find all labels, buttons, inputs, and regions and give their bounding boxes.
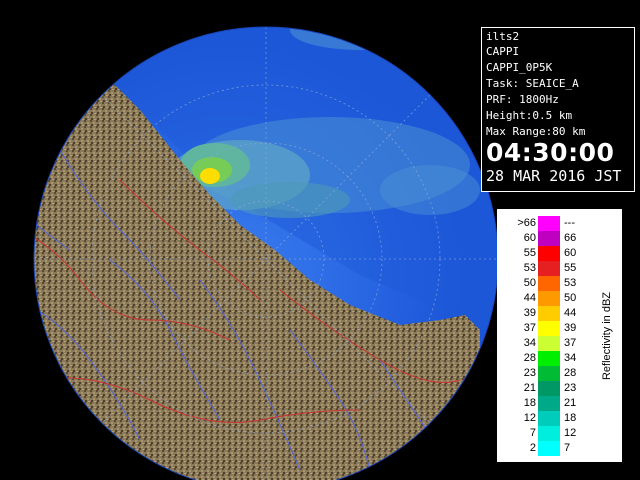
prf-value: PRF: 1800Hz xyxy=(486,93,559,106)
legend-color-swatch xyxy=(538,216,560,231)
station-name: ilts2 xyxy=(486,30,520,43)
legend-low-value: 23 xyxy=(523,367,536,379)
legend-low-value: 12 xyxy=(523,412,536,424)
legend-low-value: 39 xyxy=(523,307,536,319)
legend-low-value: 7 xyxy=(529,427,536,439)
legend-low-value: 21 xyxy=(523,382,536,394)
legend-unit-text: Reflectivity in dBZ xyxy=(601,291,613,380)
legend-low-value: 50 xyxy=(523,277,536,289)
legend-color-swatch xyxy=(538,336,560,351)
legend-high-value: 44 xyxy=(564,307,577,319)
legend-high-value: 37 xyxy=(564,337,577,349)
legend-high-value: 50 xyxy=(564,292,577,304)
legend-color-swatch xyxy=(538,291,560,306)
legend-color-swatch xyxy=(538,426,560,441)
legend-low-value: 60 xyxy=(523,232,536,244)
legend-high-value: 28 xyxy=(564,367,577,379)
legend-color-swatch xyxy=(538,381,560,396)
task-name: Task: SEAICE_A xyxy=(486,77,579,90)
legend-low-value: 28 xyxy=(523,352,536,364)
product-type: CAPPI xyxy=(486,45,520,58)
legend-low-value: 37 xyxy=(523,322,536,334)
legend-color-swatch xyxy=(538,321,560,336)
legend-low-value: 53 xyxy=(523,262,536,274)
legend-low-value: 34 xyxy=(523,337,536,349)
legend-high-value: 12 xyxy=(564,427,577,439)
legend-low-value: 44 xyxy=(523,292,536,304)
legend-high-value: 21 xyxy=(564,397,577,409)
legend-color-swatch xyxy=(538,441,560,456)
legend-color-swatch xyxy=(538,411,560,426)
product-id: CAPPI_0P5K xyxy=(486,61,553,74)
legend-color-swatch xyxy=(538,276,560,291)
legend-high-value: 66 xyxy=(564,232,577,244)
legend-color-swatch xyxy=(538,246,560,261)
legend-high-value: 60 xyxy=(564,247,577,259)
legend-color-swatch xyxy=(538,261,560,276)
legend-high-value: 39 xyxy=(564,322,577,334)
legend-color-swatch xyxy=(538,306,560,321)
legend-low-value: 55 xyxy=(523,247,536,259)
legend-low-value: 18 xyxy=(523,397,536,409)
legend-high-value: 55 xyxy=(564,262,577,274)
observation-date: 28 MAR 2016 JST xyxy=(486,167,622,185)
height-value: Height:0.5 km xyxy=(486,109,573,122)
legend-unit-label: Reflectivity in dBZ xyxy=(596,210,618,461)
legend-color-swatch xyxy=(538,231,560,246)
legend-color-swatch xyxy=(538,396,560,411)
legend-color-swatch xyxy=(538,366,560,381)
legend-panel: >66 --- 60 66 55 60 53 55 50 53 44 50 39 44 37 39 34 37 28… xyxy=(497,209,622,462)
legend-low-value: 2 xyxy=(529,442,536,454)
legend-low-value: >66 xyxy=(517,217,536,229)
max-range-value: Max Range:80 km xyxy=(486,125,586,138)
legend-color-swatch xyxy=(538,351,560,366)
info-panel: ilts2 CAPPI CAPPI_0P5K Task: SEAICE_A PR… xyxy=(481,27,635,192)
legend-high-value: 18 xyxy=(564,412,577,424)
legend-high-value: 53 xyxy=(564,277,577,289)
legend-high-value: 34 xyxy=(564,352,577,364)
legend-high-value: 7 xyxy=(564,442,571,454)
legend-high-value: --- xyxy=(564,217,575,229)
legend-high-value: 23 xyxy=(564,382,577,394)
observation-time: 04:30:00 xyxy=(486,138,615,167)
